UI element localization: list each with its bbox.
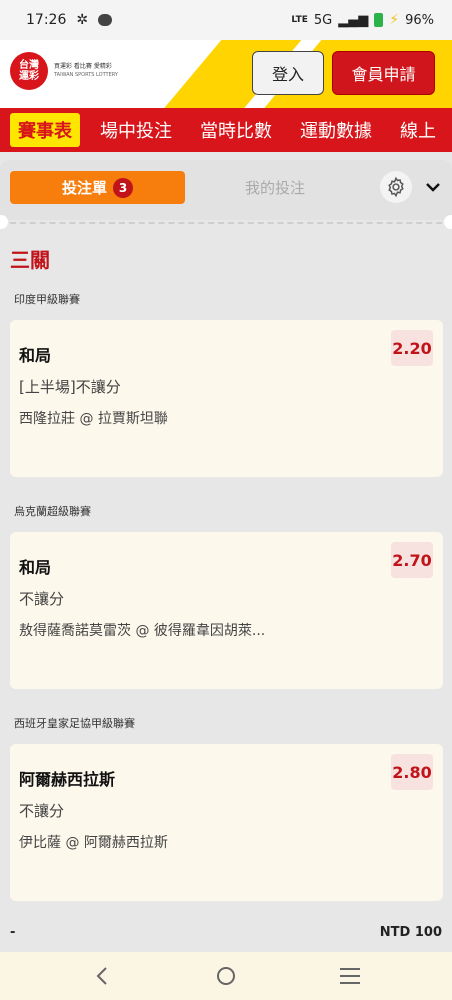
gear-icon[interactable] [380, 171, 412, 203]
bet-count-badge: 3 [113, 177, 133, 198]
pinwheel-icon: ✲ [76, 12, 89, 28]
betslip-panel: 投注單 3 我的投注 三關 印度甲級聯賽 和局 2.20 [上半場]不讓分 西隆… [0, 152, 452, 952]
battery-icon [374, 13, 384, 27]
parlay-type-label: 三關 [10, 248, 50, 272]
divider [0, 222, 452, 224]
league-name: 烏克蘭超級聯賽 [14, 505, 91, 518]
bet-selection: 和局 [19, 558, 52, 577]
bet-selection: 阿爾赫西拉斯 [19, 770, 116, 789]
nav-item-schedule[interactable]: 賽事表 [10, 113, 80, 147]
league-name: 西班牙皇家足協甲級聯賽 [14, 717, 135, 730]
nav-item-current-scores[interactable]: 當時比數 [186, 108, 286, 152]
betslip-tabbar: 投注單 3 我的投注 [0, 160, 452, 220]
app-header: 台灣 運彩 買運彩 看比賽 愛精彩 TAIWAN SPORTS LOTTERY 登… [0, 40, 452, 108]
status-bar: 17:26 ✲ LTE 5G ▂▄▆ ⚡ 96% [0, 0, 452, 40]
chevron-down-icon[interactable] [424, 178, 442, 196]
login-button[interactable]: 登入 [252, 51, 324, 95]
main-nav: 賽事表 場中投注 當時比數 運動數據 線上 [0, 108, 452, 152]
nav-item-live-betting[interactable]: 場中投注 [86, 108, 186, 152]
line-chat-icon [98, 14, 113, 26]
bet-card[interactable]: 阿爾赫西拉斯 2.80 不讓分 伊比薩 @ 阿爾赫西拉斯 [10, 744, 443, 901]
tab-betslip[interactable]: 投注單 3 [10, 171, 185, 204]
stake-amount: NTD 100 [379, 925, 442, 940]
bet-market: [上半場]不讓分 [19, 378, 121, 396]
charging-icon: ⚡ [389, 12, 400, 28]
bet-odds: 2.70 [391, 542, 433, 578]
bet-selection: 和局 [19, 346, 52, 365]
bet-card[interactable]: 和局 2.20 [上半場]不讓分 西隆拉莊 @ 拉賈斯坦聯 [10, 320, 443, 477]
logo-mark: 台灣 運彩 [10, 52, 48, 90]
nav-item-online[interactable]: 線上 [386, 108, 450, 152]
bet-card[interactable]: 和局 2.70 不讓分 敖得薩喬諾莫雷茨 @ 彼得羅韋因胡萊... [10, 532, 443, 689]
lte-label: LTE [291, 14, 308, 25]
logo-english: TAIWAN SPORTS LOTTERY [54, 72, 118, 78]
back-icon[interactable] [72, 956, 132, 996]
tab-betslip-label: 投注單 [61, 179, 107, 197]
bet-match: 伊比薩 @ 阿爾赫西拉斯 [19, 835, 168, 851]
member-signup-button[interactable]: 會員申請 [332, 51, 435, 95]
bet-match: 西隆拉莊 @ 拉賈斯坦聯 [19, 411, 168, 427]
tab-my-bets[interactable]: 我的投注 [200, 171, 350, 204]
logo-slogan: 買運彩 看比賽 愛精彩 [54, 63, 112, 70]
recents-menu-icon[interactable] [320, 956, 380, 996]
signal-icon: ▂▄▆ [338, 12, 369, 28]
stake-summary: - NTD 100 [0, 925, 452, 947]
bet-market: 不讓分 [19, 590, 65, 608]
bet-odds: 2.20 [391, 330, 433, 366]
network-label: 5G [313, 12, 333, 28]
system-nav-bar [0, 952, 452, 1000]
nav-item-sports-data[interactable]: 運動數據 [286, 108, 386, 152]
taiwan-sports-lottery-logo[interactable]: 台灣 運彩 買運彩 看比賽 愛精彩 TAIWAN SPORTS LOTTERY [10, 52, 118, 90]
status-time: 17:26 [26, 12, 67, 28]
bet-odds: 2.80 [391, 754, 433, 790]
bet-match: 敖得薩喬諾莫雷茨 @ 彼得羅韋因胡萊... [19, 623, 266, 639]
bet-market: 不讓分 [19, 802, 65, 820]
battery-percent: 96% [405, 12, 434, 28]
league-name: 印度甲級聯賽 [14, 293, 80, 306]
stake-summary-left: - [10, 925, 16, 940]
home-icon[interactable] [196, 956, 256, 996]
